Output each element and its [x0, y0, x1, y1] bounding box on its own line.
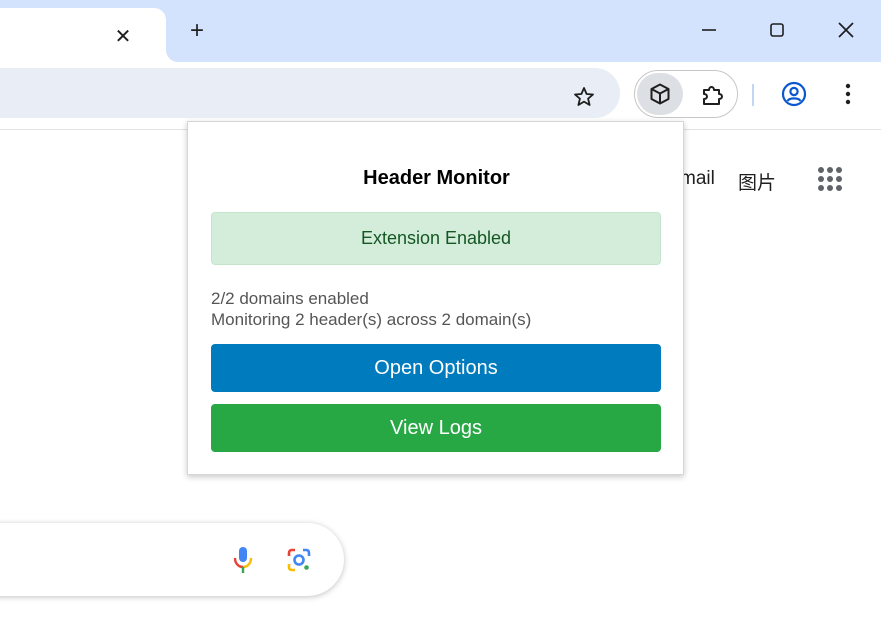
microphone-icon — [233, 547, 253, 573]
browser-menu-button[interactable] — [832, 76, 864, 112]
popup-title: Header Monitor — [363, 167, 510, 189]
more-vert-icon — [845, 83, 851, 105]
view-logs-button[interactable]: View Logs — [211, 404, 661, 452]
voice-search-button[interactable] — [232, 545, 254, 580]
tab-close-icon[interactable]: ✕ — [108, 22, 138, 52]
close-icon — [838, 22, 854, 38]
gmail-link[interactable]: mail — [680, 168, 715, 190]
monitoring-summary-text: Monitoring 2 header(s) across 2 domain(s… — [211, 310, 532, 329]
images-link[interactable]: 图片 — [738, 168, 776, 195]
cube-icon — [650, 83, 670, 105]
bookmark-button[interactable] — [566, 79, 602, 115]
header-monitor-extension-button[interactable] — [637, 73, 683, 115]
camera-lens-icon — [287, 548, 311, 572]
maximize-icon — [770, 23, 784, 37]
star-icon — [574, 87, 594, 106]
new-tab-button[interactable]: + — [182, 16, 212, 46]
tab-strip: ✕ + — [0, 0, 881, 62]
active-tab[interactable]: ✕ — [0, 8, 166, 62]
toolbar — [0, 62, 881, 130]
stats-text: 2/2 domains enabled Monitoring 2 header(… — [211, 288, 531, 330]
close-window-button[interactable] — [828, 14, 864, 46]
puzzle-icon — [703, 86, 723, 105]
toolbar-divider — [752, 84, 754, 106]
open-options-button[interactable]: Open Options — [211, 344, 661, 392]
search-box[interactable] — [0, 523, 344, 596]
tab-curve — [166, 50, 178, 62]
profile-button[interactable] — [776, 76, 812, 112]
minimize-button[interactable] — [691, 14, 727, 46]
domains-enabled-text: 2/2 domains enabled — [211, 289, 369, 308]
extensions-menu-button[interactable] — [693, 75, 733, 115]
maximize-button[interactable] — [759, 14, 795, 46]
lens-search-button[interactable] — [286, 547, 312, 578]
extension-popup: Header Monitor Extension Enabled 2/2 dom… — [187, 121, 684, 475]
address-bar[interactable] — [0, 68, 620, 118]
status-banner: Extension Enabled — [211, 212, 661, 265]
account-circle-icon — [781, 81, 807, 107]
extensions-group — [634, 70, 738, 118]
apps-grid-icon[interactable] — [814, 163, 846, 195]
minimize-icon — [702, 29, 716, 31]
